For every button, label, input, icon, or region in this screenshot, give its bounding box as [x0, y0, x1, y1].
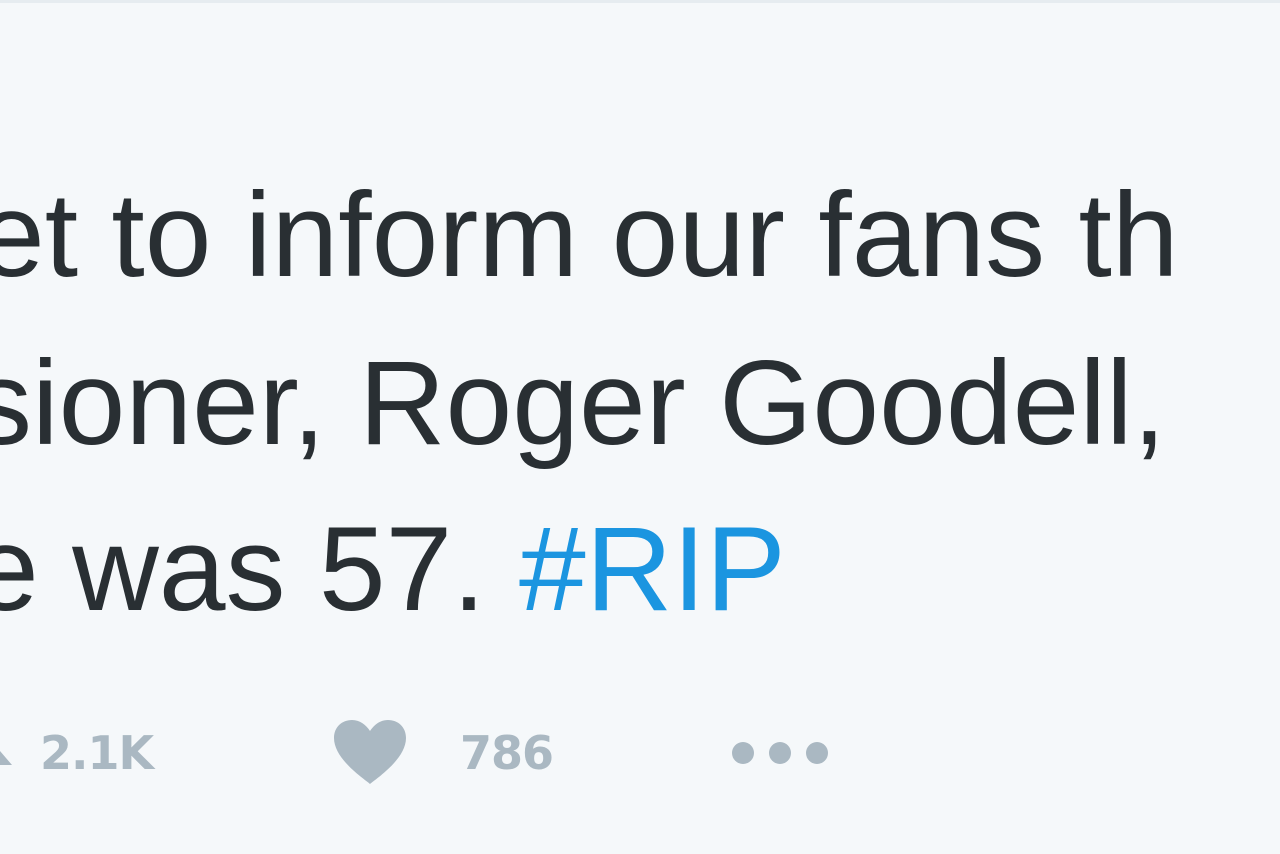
tweet-text-line-3-body: e was 57.: [0, 502, 519, 636]
tweet-text: et to inform our fans th sioner, Roger G…: [0, 3, 1280, 643]
more-dots-icon: [728, 738, 832, 768]
more-options-button[interactable]: [728, 703, 832, 803]
retweet-icon: [0, 731, 40, 775]
retweet-count: 2.1K: [40, 726, 154, 780]
hashtag-link[interactable]: #RIP: [519, 502, 786, 636]
tweet-text-line-2: sioner, Roger Goodell,: [0, 336, 1167, 470]
tweet-text-line-3: e was 57. #RIP: [0, 509, 786, 629]
retweet-button[interactable]: 2.1K: [0, 703, 154, 803]
tweet-text-line-1: et to inform our fans th: [0, 168, 1179, 302]
like-count: 786: [460, 726, 554, 780]
tweet-actions: 2.1K 786: [0, 703, 1280, 803]
tweet-card: et to inform our fans th sioner, Roger G…: [0, 0, 1280, 854]
like-button[interactable]: 786: [330, 703, 554, 803]
heart-icon: [330, 718, 410, 788]
